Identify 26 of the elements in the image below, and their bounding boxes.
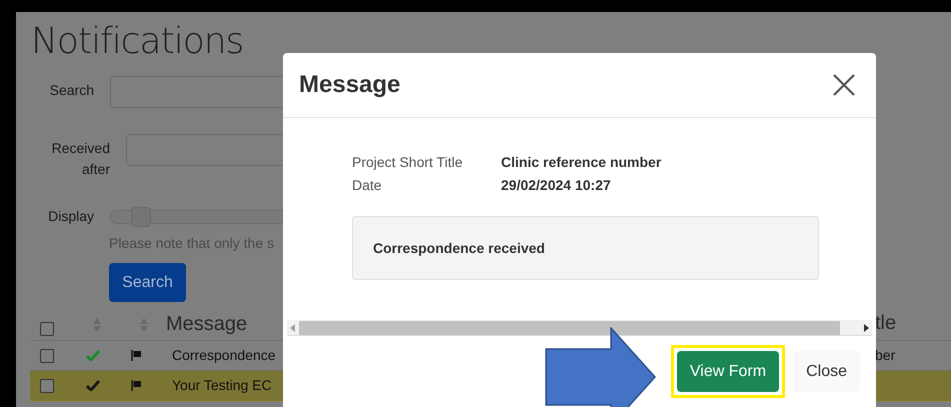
field-value: Clinic reference number bbox=[501, 153, 662, 172]
message-box: Correspondence received bbox=[352, 216, 819, 280]
search-button[interactable]: Search bbox=[109, 263, 186, 302]
flag-icon[interactable] bbox=[131, 350, 142, 361]
table-cell-text: Correspondence bbox=[172, 346, 276, 365]
field-value: 29/02/2024 10:27 bbox=[501, 176, 611, 195]
view-form-button[interactable]: View Form bbox=[676, 351, 780, 392]
field-label: Received after bbox=[50, 139, 110, 179]
arrow-icon bbox=[545, 327, 657, 407]
close-icon[interactable] bbox=[833, 74, 855, 96]
column-header[interactable]: tle bbox=[875, 308, 896, 339]
flag-icon[interactable] bbox=[131, 380, 142, 391]
field-label: Project Short Title bbox=[352, 153, 464, 172]
horizontal-scrollbar[interactable] bbox=[287, 320, 872, 336]
field-label: Date bbox=[352, 176, 383, 195]
checkbox[interactable] bbox=[40, 378, 54, 392]
dialog-title: Message bbox=[299, 70, 400, 100]
column-header[interactable]: Message bbox=[166, 309, 248, 340]
field-label: Search bbox=[48, 81, 94, 100]
table-cell-text: ber bbox=[875, 346, 896, 365]
page-title: Notifications bbox=[31, 20, 244, 64]
checkbox[interactable] bbox=[40, 322, 54, 336]
checkbox[interactable] bbox=[40, 348, 54, 362]
field-label: Display bbox=[47, 207, 94, 226]
table-cell-text: Your Testing EC bbox=[172, 376, 272, 395]
close-button[interactable]: Close bbox=[793, 351, 860, 392]
